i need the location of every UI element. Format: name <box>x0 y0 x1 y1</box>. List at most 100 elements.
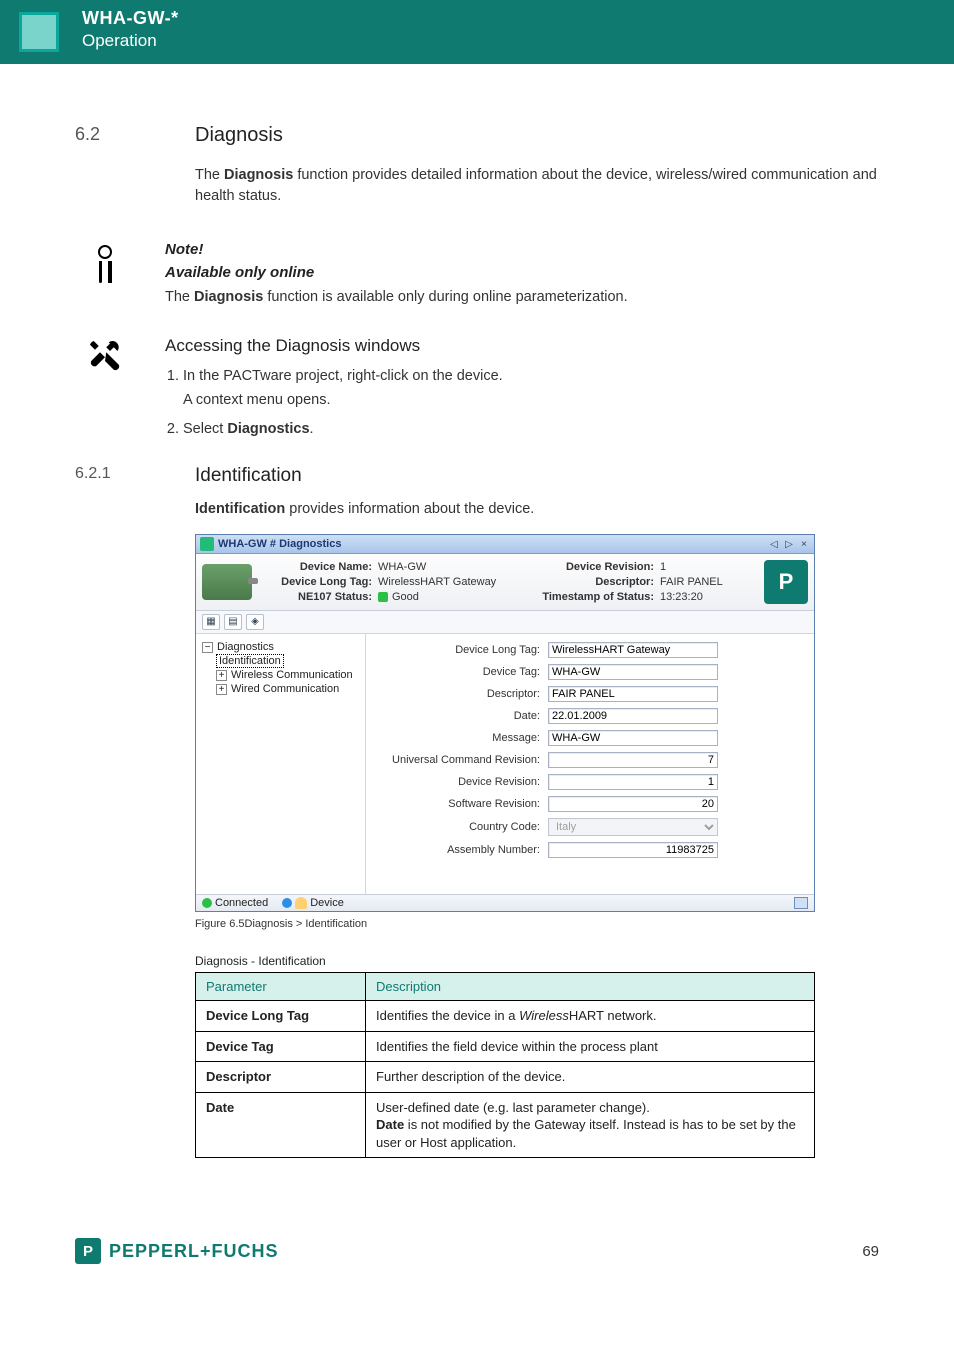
section-6-2-heading: 6.2 Diagnosis <box>75 124 879 147</box>
form-row: Software Revision: <box>380 796 800 812</box>
status-connected: Connected <box>202 897 268 909</box>
page-body: 6.2 Diagnosis The Diagnosis function pro… <box>0 64 954 1198</box>
banner-square-icon <box>19 12 59 52</box>
tree-expand-icon[interactable]: − <box>202 642 213 653</box>
status-connected-icon <box>202 898 212 908</box>
tree-root[interactable]: −Diagnostics <box>200 640 361 654</box>
tree-root-label: Diagnostics <box>217 641 274 653</box>
form-value-wrap <box>548 708 718 724</box>
status-device: Device <box>282 897 344 909</box>
form-input[interactable] <box>548 796 718 812</box>
note-para: The Diagnosis function is available only… <box>165 287 628 308</box>
form-input[interactable] <box>548 708 718 724</box>
window-toolbar: ▦ ▤ ◈ <box>196 611 814 634</box>
subsection-title: Identification <box>195 465 302 487</box>
pf-logo-icon: P <box>764 560 808 604</box>
figure-caption: Figure 6.5Diagnosis > Identification <box>195 918 879 930</box>
form-row: Message: <box>380 730 800 746</box>
form-input[interactable] <box>548 664 718 680</box>
toolbar-button-3[interactable]: ◈ <box>246 614 264 630</box>
section-6-2-body: The Diagnosis function provides detailed… <box>195 165 879 207</box>
val-ne107: Good <box>378 591 518 603</box>
window-titlebar[interactable]: WHA-GW # Diagnostics ◁ ▷ × <box>196 535 814 554</box>
subsection-number: 6.2.1 <box>75 465 135 487</box>
section-title: Diagnosis <box>195 124 283 147</box>
accessing-steps: In the PACTware project, right-click on … <box>183 366 503 439</box>
tree-selected-label: Identification <box>216 654 284 668</box>
cell-parameter: Device Long Tag <box>196 1001 366 1032</box>
form-label: Date: <box>380 710 540 722</box>
footer-logo-icon: P <box>75 1238 101 1264</box>
step-1-text: In the PACTware project, right-click on … <box>183 368 503 384</box>
status-minipane-icon[interactable] <box>794 897 808 909</box>
form-input[interactable] <box>548 774 718 790</box>
form-row: Country Code: Italy <box>380 818 800 836</box>
form-input[interactable] <box>548 730 718 746</box>
form-row: Device Long Tag: <box>380 642 800 658</box>
diagnostics-window: WHA-GW # Diagnostics ◁ ▷ × Device Name: … <box>195 534 815 912</box>
table-row: DescriptorFurther description of the dev… <box>196 1062 815 1093</box>
banner-title: WHA-GW-* <box>82 8 179 29</box>
form-select[interactable]: Italy <box>548 818 718 836</box>
banner-subtitle: Operation <box>82 31 179 51</box>
diagnosis-intro: The Diagnosis function provides detailed… <box>195 165 879 207</box>
device-image-icon <box>202 564 252 600</box>
tree-expand-icon[interactable]: + <box>216 684 227 695</box>
form-value-wrap <box>548 730 718 746</box>
lbl-descriptor: Descriptor: <box>524 576 654 588</box>
status-device-label: Device <box>310 897 344 909</box>
form-label: Device Long Tag: <box>380 644 540 656</box>
form-value-wrap <box>548 774 718 790</box>
form-label: Device Tag: <box>380 666 540 678</box>
form-label: Device Revision: <box>380 776 540 788</box>
window-title: WHA-GW # Diagnostics <box>218 538 764 550</box>
toolbar-button-1[interactable]: ▦ <box>202 614 220 630</box>
window-app-icon <box>200 537 214 551</box>
form-input[interactable] <box>548 642 718 658</box>
lbl-ts: Timestamp of Status: <box>524 591 654 603</box>
form-value-wrap <box>548 842 718 858</box>
form-value-wrap <box>548 642 718 658</box>
th-description: Description <box>366 973 815 1001</box>
tree-expand-icon[interactable]: + <box>216 670 227 681</box>
cell-parameter: Date <box>196 1092 366 1158</box>
tools-icon <box>75 336 135 379</box>
val-device-name: WHA-GW <box>378 561 518 573</box>
window-next-icon[interactable]: ▷ <box>783 539 795 550</box>
form-row: Date: <box>380 708 800 724</box>
cell-description: Identifies the device in a WirelessHART … <box>366 1001 815 1032</box>
tree-item-wired[interactable]: + Wired Communication <box>200 682 361 696</box>
step-1: In the PACTware project, right-click on … <box>183 366 503 411</box>
window-prev-icon[interactable]: ◁ <box>768 539 780 550</box>
tree-wired-label: Wired Communication <box>231 683 339 695</box>
val-ts: 13:23:20 <box>660 591 750 603</box>
status-person-icon <box>295 897 307 909</box>
form-label: Descriptor: <box>380 688 540 700</box>
nav-tree[interactable]: −Diagnostics Identification +Wireless Co… <box>196 634 366 894</box>
identification-form: Device Long Tag: Device Tag: Descriptor: Da… <box>366 634 814 894</box>
tree-item-identification[interactable]: Identification <box>200 654 361 668</box>
form-input[interactable] <box>548 842 718 858</box>
window-close-icon[interactable]: × <box>798 539 810 550</box>
form-label: Country Code: <box>380 821 540 833</box>
page-banner: WHA-GW-* Operation <box>0 0 954 64</box>
th-parameter: Parameter <box>196 973 366 1001</box>
table-row: DateUser-defined date (e.g. last paramet… <box>196 1092 815 1158</box>
form-input[interactable] <box>548 686 718 702</box>
tree-item-wireless[interactable]: +Wireless Communication <box>200 668 361 682</box>
window-header-left: Device Name: WHA-GW Device Revision: 1 D… <box>202 560 764 604</box>
form-row: Device Revision: <box>380 774 800 790</box>
ne107-status-icon <box>378 592 388 602</box>
cell-parameter: Device Tag <box>196 1031 366 1062</box>
cell-description: Further description of the device. <box>366 1062 815 1093</box>
lbl-ne107: NE107 Status: <box>262 591 372 603</box>
cell-parameter: Descriptor <box>196 1062 366 1093</box>
identification-intro: Identification provides information abou… <box>195 499 879 520</box>
form-input[interactable] <box>548 752 718 768</box>
note-subheading: Available only online <box>165 264 628 281</box>
val-descriptor: FAIR PANEL <box>660 576 750 588</box>
lbl-device-long-tag: Device Long Tag: <box>262 576 372 588</box>
form-label: Universal Command Revision: <box>380 754 540 766</box>
table-header-row: Parameter Description <box>196 973 815 1001</box>
toolbar-button-2[interactable]: ▤ <box>224 614 242 630</box>
